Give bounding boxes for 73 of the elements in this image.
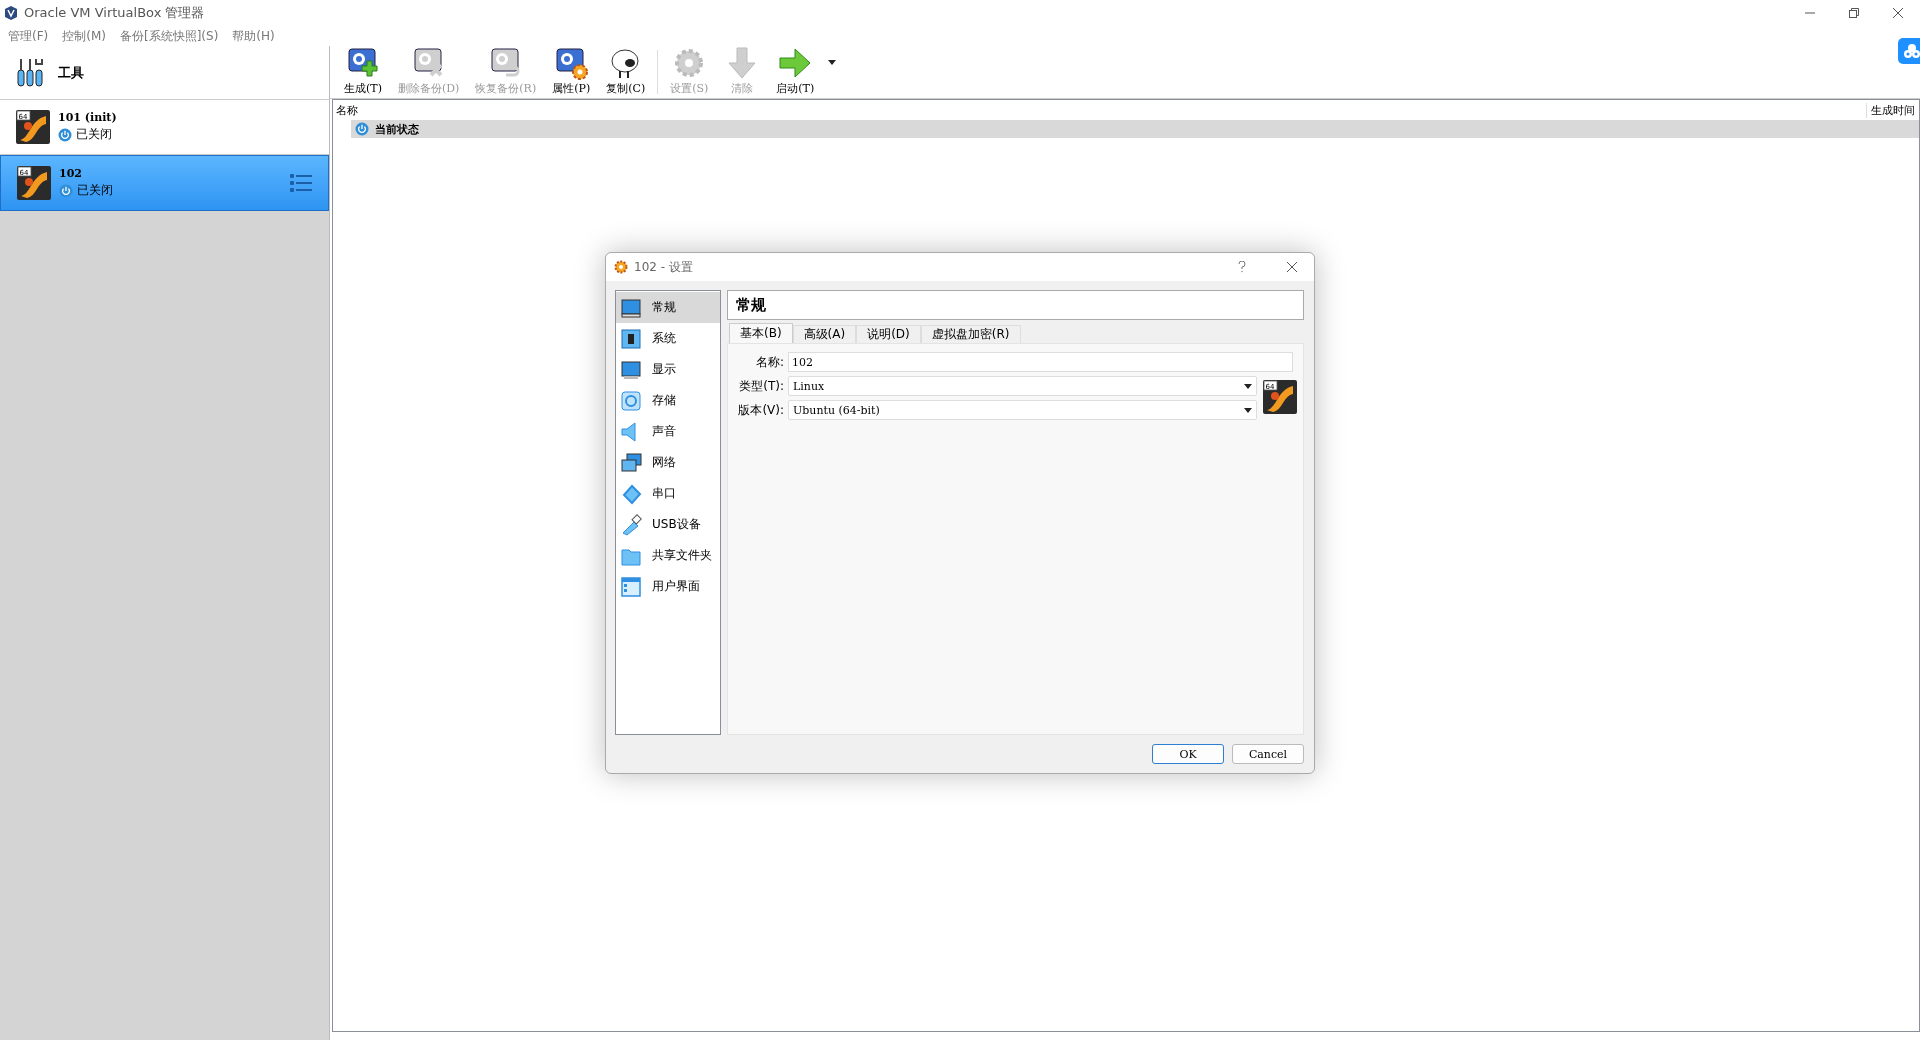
tab[interactable]: 虚拟盘加密(R): [920, 325, 1021, 343]
dialog-button[interactable]: OK: [1152, 744, 1224, 764]
settings-category[interactable]: 声音: [616, 416, 720, 447]
category-label: 声音: [652, 423, 676, 440]
vm-state: 已关闭: [77, 182, 113, 199]
column-header: 名称: [335, 102, 359, 118]
menu-item[interactable]: 帮助(H): [232, 27, 275, 45]
toolbar-button[interactable]: 启动(T): [768, 45, 823, 98]
dropdown[interactable]: Ubuntu (64-bit): [788, 400, 1257, 420]
settings-category[interactable]: 常规: [616, 292, 720, 323]
dialog-title: 102 - 设置: [634, 258, 694, 276]
section-header: 常规: [727, 290, 1304, 320]
camera-gear-icon: [553, 45, 590, 81]
power-icon: [59, 183, 73, 198]
settings-category[interactable]: 系统: [616, 323, 720, 354]
toolbar-button[interactable]: 生成(T): [336, 45, 390, 98]
tools-label: 工具: [58, 63, 84, 82]
settings-category[interactable]: 共享文件夹: [616, 540, 720, 571]
restore-icon: [1848, 7, 1860, 19]
vm-state: 已关闭: [76, 126, 112, 143]
menu-item[interactable]: 控制(M): [62, 27, 106, 45]
toolbar-button[interactable]: 复制(C): [598, 45, 654, 98]
category-label: 系统: [652, 330, 676, 347]
settings-category[interactable]: 显示: [616, 354, 720, 385]
snapshot-name: 当前状态: [375, 121, 419, 137]
power-icon: [58, 127, 72, 142]
category-label: 串口: [652, 485, 676, 502]
toolbar-button[interactable]: 属性(P): [544, 45, 599, 98]
cloud-icon[interactable]: [1898, 38, 1920, 64]
category-label: 网络: [652, 454, 676, 471]
category-label: 常规: [652, 299, 676, 316]
display-icon: [620, 358, 642, 381]
power-icon: [355, 122, 369, 136]
dropdown[interactable]: Linux: [788, 376, 1257, 396]
close-icon: [1286, 261, 1298, 273]
settings-category[interactable]: 用户界面: [616, 571, 720, 602]
tab[interactable]: 高级(A): [792, 325, 857, 343]
app-logo-icon: [4, 5, 18, 21]
tab[interactable]: 基本(B): [729, 323, 793, 343]
vm-name: 102: [59, 167, 83, 180]
chip-icon: [620, 327, 642, 350]
caret-icon: [1244, 407, 1252, 413]
field-label: 类型(T):: [738, 377, 785, 395]
monitor-icon: [620, 296, 642, 319]
tab[interactable]: 说明(D): [856, 325, 921, 343]
details-menu-icon[interactable]: [290, 173, 312, 193]
category-label: 共享文件夹: [652, 547, 712, 564]
category-label: USB设备: [652, 516, 701, 533]
usb-icon: [620, 513, 642, 536]
field-label: 名称:: [754, 353, 785, 371]
settings-category[interactable]: 存储: [616, 385, 720, 416]
caret-icon: [1244, 383, 1252, 389]
window-title: Oracle VM VirtualBox 管理器: [24, 4, 206, 22]
menu-item[interactable]: 备份[系统快照](S): [120, 27, 219, 45]
category-label: 用户界面: [652, 578, 700, 595]
settings-category[interactable]: USB设备: [616, 509, 720, 540]
settings-category[interactable]: 网络: [616, 447, 720, 478]
close-icon: [1892, 7, 1904, 19]
field-label: 版本(V):: [737, 401, 785, 419]
settings-category[interactable]: 串口: [616, 478, 720, 509]
network-icon: [620, 451, 642, 474]
dialog-button[interactable]: Cancel: [1232, 744, 1304, 764]
column-header: 生成时间: [1866, 102, 1919, 118]
help-icon: [1237, 261, 1247, 273]
window-layout-icon: [620, 575, 642, 598]
input-field[interactable]: 102: [788, 352, 1293, 372]
vm-name: 101 (init): [58, 111, 118, 124]
gear-icon: [614, 260, 628, 274]
menu-item[interactable]: 管理(F): [8, 27, 49, 45]
category-label: 显示: [652, 361, 676, 378]
category-label: 存储: [652, 392, 676, 409]
tools-icon: [16, 57, 44, 88]
snapshot-row[interactable]: 当前状态: [351, 120, 1919, 138]
